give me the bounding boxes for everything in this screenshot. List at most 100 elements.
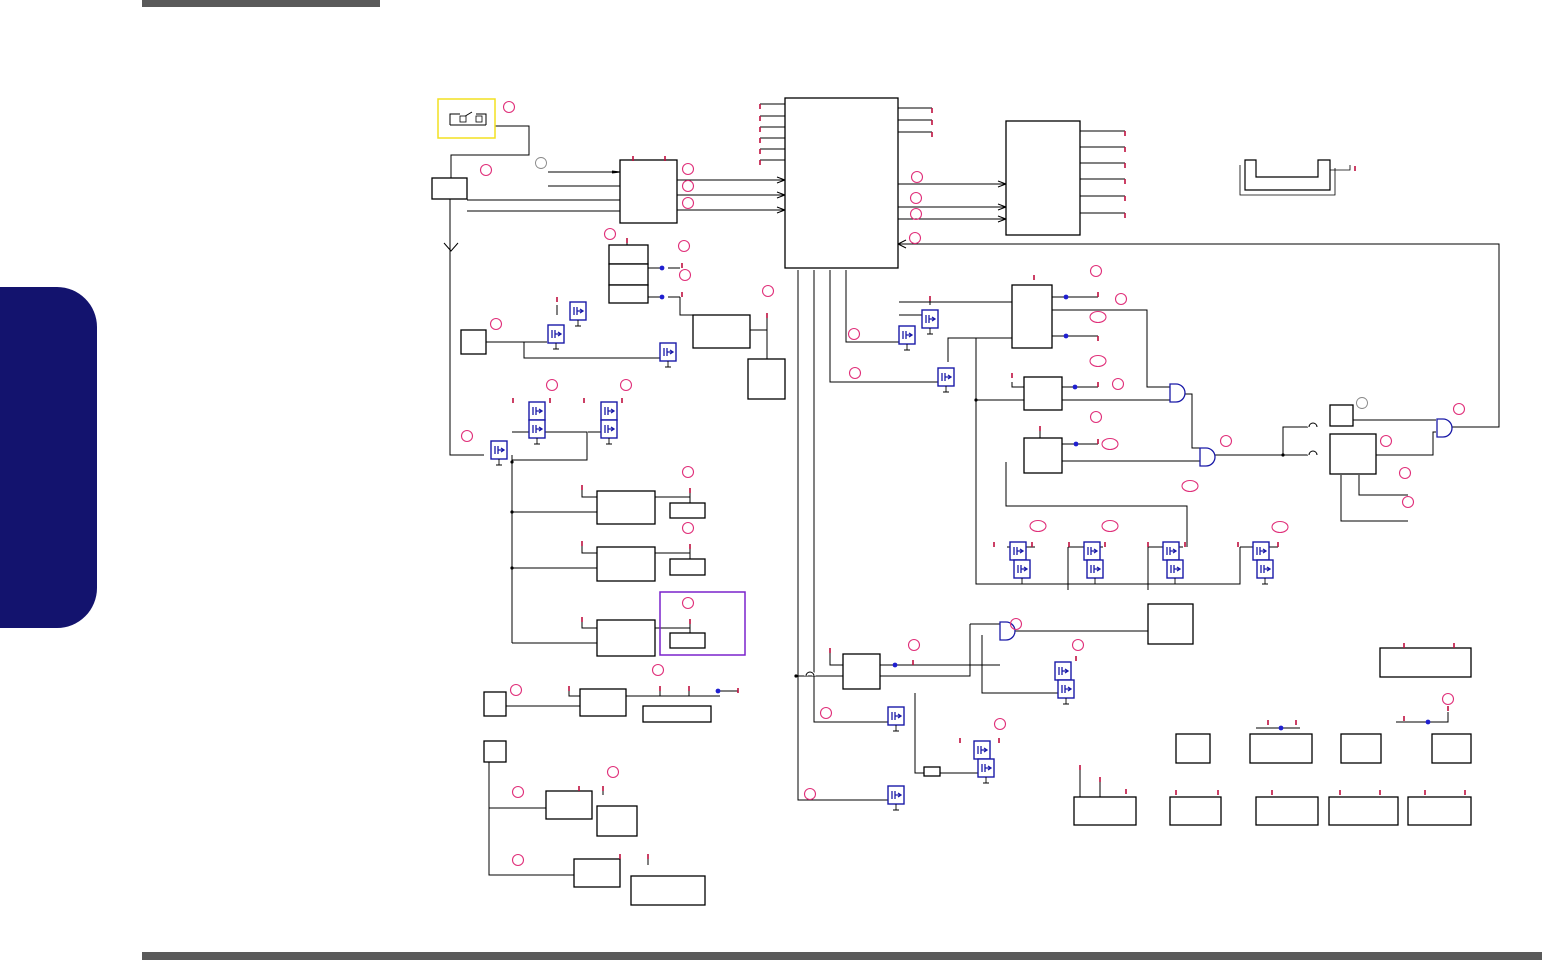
callout-marker-grey <box>1356 397 1368 409</box>
block <box>460 329 487 355</box>
callout-marker <box>1089 354 1107 368</box>
junction-dot <box>892 662 898 668</box>
block <box>747 358 786 400</box>
callout-marker <box>1089 310 1107 324</box>
callout-marker <box>479 163 493 177</box>
mosfet-ground <box>1172 578 1178 585</box>
mosfet-icon <box>659 342 677 368</box>
block <box>596 619 656 657</box>
mosfet-ground <box>665 361 671 368</box>
junction-dot <box>794 674 798 678</box>
callout-marker <box>681 465 695 479</box>
block <box>1340 733 1382 764</box>
wire <box>581 543 597 554</box>
junction-dot <box>510 510 514 514</box>
block <box>1329 404 1354 427</box>
block <box>1175 733 1211 764</box>
mosfet-icon <box>569 301 587 327</box>
callout-marker <box>1101 519 1119 533</box>
junction-dot <box>510 566 514 570</box>
mosfet-ground <box>893 725 899 732</box>
block <box>1011 284 1053 349</box>
callout-marker <box>1219 434 1233 448</box>
wire <box>880 624 971 677</box>
block <box>1249 733 1313 764</box>
junction-dot <box>715 688 721 694</box>
mosfet-icon <box>887 706 905 732</box>
wire <box>488 762 546 809</box>
wire <box>914 693 924 774</box>
callout-marker <box>1401 495 1415 509</box>
wire <box>1005 462 1188 547</box>
block <box>1147 603 1194 645</box>
wire <box>581 487 597 498</box>
callout-marker <box>803 787 817 801</box>
callout-marker <box>511 853 525 867</box>
wire <box>1182 393 1200 449</box>
callout-marker <box>1089 410 1103 424</box>
callout-marker <box>848 366 862 380</box>
block <box>1407 796 1472 826</box>
callout-marker <box>1071 638 1085 652</box>
mosfet-ground <box>606 438 612 445</box>
callout-marker <box>909 207 923 221</box>
block <box>1023 376 1063 411</box>
mosfet-icon <box>490 440 508 466</box>
block <box>669 558 706 576</box>
callout-marker <box>606 765 620 779</box>
junction-dot <box>1063 294 1069 300</box>
extras <box>437 98 1431 731</box>
block <box>483 691 507 717</box>
block <box>642 705 712 723</box>
and-gate-icon <box>999 621 1016 641</box>
mosfet-icon <box>1013 559 1031 585</box>
mosfet-ground <box>534 438 540 445</box>
callout-marker <box>1029 519 1047 533</box>
junction-dot <box>1063 333 1069 339</box>
junction-dot <box>659 265 665 271</box>
mosfet-icon <box>1256 559 1274 585</box>
connector-bracket <box>1244 159 1331 191</box>
block <box>1379 647 1472 678</box>
callout-marker <box>908 231 922 245</box>
mosfet-ground <box>496 459 502 466</box>
mosfet-icon <box>528 419 546 445</box>
wire <box>829 650 843 666</box>
callout-marker <box>1181 479 1199 493</box>
wire <box>1340 475 1408 522</box>
callouts <box>460 100 1466 867</box>
block <box>923 766 941 777</box>
logic-gates <box>999 383 1453 641</box>
mosfet-ground <box>1262 578 1268 585</box>
block <box>596 490 656 525</box>
block <box>608 263 649 286</box>
callout-marker <box>681 179 695 193</box>
mosfet-ground <box>575 320 581 327</box>
callout-marker <box>545 378 559 392</box>
callout-marker-grey <box>535 157 547 169</box>
callout-marker <box>603 227 617 241</box>
mosfet-ground <box>1092 578 1098 585</box>
block <box>1023 437 1063 474</box>
and-gate-icon <box>1436 418 1453 438</box>
wire <box>443 242 459 252</box>
callout-marker <box>1111 377 1125 391</box>
block <box>596 546 656 582</box>
mosfet-ground <box>1019 578 1025 585</box>
block <box>1431 733 1472 764</box>
mosfet-icon <box>977 758 995 784</box>
junction-dot <box>510 460 514 464</box>
block <box>1005 120 1081 236</box>
callout-marker <box>651 663 665 677</box>
callout-marker <box>907 638 921 652</box>
switch-contact-icon <box>475 115 483 123</box>
callout-marker <box>678 268 692 282</box>
power-sequence-schematic <box>431 97 1500 906</box>
junction-dot <box>1425 719 1431 725</box>
wire <box>449 198 484 456</box>
callout-marker <box>681 521 695 535</box>
junction-dot <box>659 294 665 300</box>
callout-marker <box>511 785 525 799</box>
block <box>630 875 706 906</box>
wire <box>1211 426 1308 456</box>
